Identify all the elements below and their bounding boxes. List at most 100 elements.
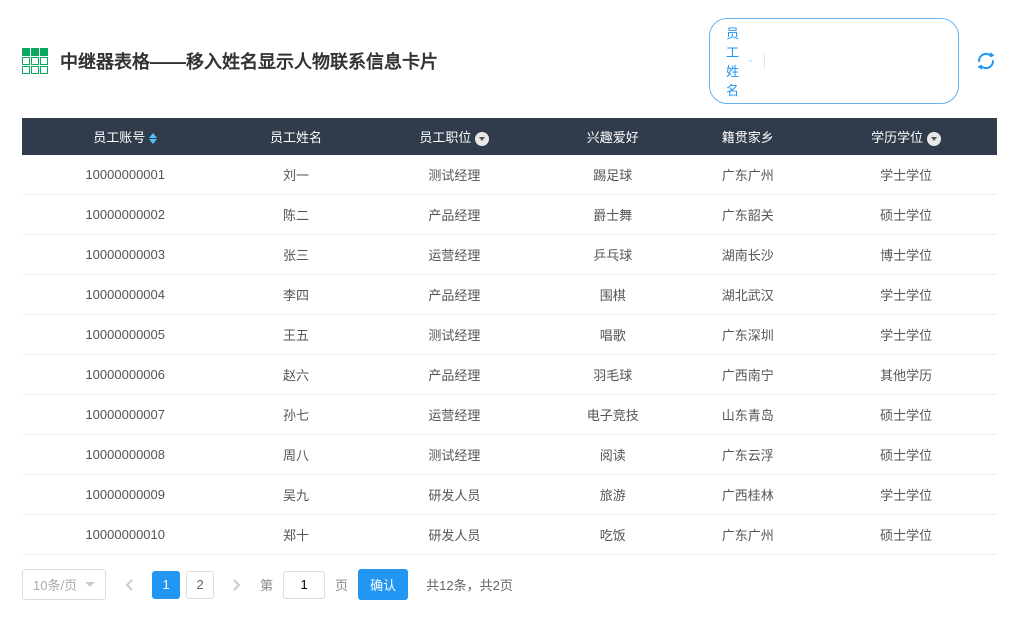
page-title: 中继器表格——移入姓名显示人物联系信息卡片 — [60, 48, 709, 74]
table-row[interactable]: 10000000008周八测试经理阅读广东云浮硕士学位 — [22, 435, 997, 475]
table-row[interactable]: 10000000001刘一测试经理踢足球广东广州学士学位 — [22, 155, 997, 195]
search-input[interactable] — [770, 54, 946, 69]
cell-hobby: 爵士舞 — [545, 195, 680, 235]
confirm-button[interactable]: 确认 — [358, 569, 408, 600]
cell-home: 广东韶关 — [680, 195, 815, 235]
cell-id: 10000000007 — [22, 395, 228, 435]
cell-name: 陈二 — [228, 195, 363, 235]
cell-home: 湖北武汉 — [680, 275, 815, 315]
cell-home: 广东广州 — [680, 155, 815, 195]
cell-id: 10000000009 — [22, 475, 228, 515]
cell-edu: 硕士学位 — [815, 515, 997, 555]
column-header[interactable]: 籍贯家乡 — [680, 118, 815, 155]
cell-hobby: 乒乓球 — [545, 235, 680, 275]
grid-icon — [22, 48, 48, 74]
prev-page-button[interactable] — [116, 571, 142, 599]
cell-edu: 其他学历 — [815, 355, 997, 395]
cell-pos: 研发人员 — [363, 515, 545, 555]
column-header[interactable]: 员工账号 — [22, 118, 228, 155]
table-row[interactable]: 10000000006赵六产品经理羽毛球广西南宁其他学历 — [22, 355, 997, 395]
search-box: 员工姓名 — [709, 18, 959, 104]
cell-id: 10000000002 — [22, 195, 228, 235]
refresh-icon[interactable] — [975, 50, 997, 72]
cell-name: 张三 — [228, 235, 363, 275]
cell-hobby: 旅游 — [545, 475, 680, 515]
cell-name: 王五 — [228, 315, 363, 355]
cell-edu: 学士学位 — [815, 315, 997, 355]
dropdown-icon[interactable] — [475, 132, 489, 146]
cell-name: 郑十 — [228, 515, 363, 555]
cell-edu: 学士学位 — [815, 275, 997, 315]
cell-id: 10000000006 — [22, 355, 228, 395]
cell-name: 孙七 — [228, 395, 363, 435]
search-select-label: 员工姓名 — [726, 23, 745, 99]
cell-hobby: 唱歌 — [545, 315, 680, 355]
search-icon[interactable] — [946, 53, 948, 69]
cell-home: 广东广州 — [680, 515, 815, 555]
per-page-select[interactable]: 10条/页 — [22, 569, 106, 600]
page-button-1[interactable]: 1 — [152, 571, 180, 599]
page-prefix: 第 — [260, 575, 273, 594]
cell-edu: 硕士学位 — [815, 435, 997, 475]
table-row[interactable]: 10000000002陈二产品经理爵士舞广东韶关硕士学位 — [22, 195, 997, 235]
cell-id: 10000000004 — [22, 275, 228, 315]
cell-home: 山东青岛 — [680, 395, 815, 435]
cell-home: 广东云浮 — [680, 435, 815, 475]
cell-id: 10000000001 — [22, 155, 228, 195]
column-header[interactable]: 学历学位 — [815, 118, 997, 155]
per-page-label: 10条/页 — [33, 575, 77, 594]
cell-name: 吴九 — [228, 475, 363, 515]
cell-hobby: 电子竞技 — [545, 395, 680, 435]
cell-edu: 硕士学位 — [815, 195, 997, 235]
cell-name: 周八 — [228, 435, 363, 475]
page-suffix: 页 — [335, 575, 348, 594]
table-row[interactable]: 10000000010郑十研发人员吃饭广东广州硕士学位 — [22, 515, 997, 555]
table-row[interactable]: 10000000003张三运营经理乒乓球湖南长沙博士学位 — [22, 235, 997, 275]
page-input[interactable] — [283, 571, 325, 599]
table-row[interactable]: 10000000007孙七运营经理电子竞技山东青岛硕士学位 — [22, 395, 997, 435]
cell-pos: 测试经理 — [363, 435, 545, 475]
column-header[interactable]: 员工职位 — [363, 118, 545, 155]
cell-hobby: 围棋 — [545, 275, 680, 315]
chevron-down-icon — [749, 58, 752, 64]
cell-hobby: 阅读 — [545, 435, 680, 475]
chevron-left-icon — [125, 579, 133, 591]
search-field-select[interactable]: 员工姓名 — [720, 23, 758, 99]
cell-pos: 运营经理 — [363, 235, 545, 275]
cell-home: 广东深圳 — [680, 315, 815, 355]
table-row[interactable]: 10000000009吴九研发人员旅游广西桂林学士学位 — [22, 475, 997, 515]
cell-edu: 博士学位 — [815, 235, 997, 275]
cell-pos: 测试经理 — [363, 155, 545, 195]
cell-id: 10000000005 — [22, 315, 228, 355]
dropdown-icon[interactable] — [927, 132, 941, 146]
cell-pos: 运营经理 — [363, 395, 545, 435]
page-button-2[interactable]: 2 — [186, 571, 214, 599]
cell-id: 10000000003 — [22, 235, 228, 275]
cell-hobby: 吃饭 — [545, 515, 680, 555]
cell-hobby: 羽毛球 — [545, 355, 680, 395]
next-page-button[interactable] — [224, 571, 250, 599]
table-row[interactable]: 10000000005王五测试经理唱歌广东深圳学士学位 — [22, 315, 997, 355]
chevron-right-icon — [233, 579, 241, 591]
cell-pos: 产品经理 — [363, 195, 545, 235]
cell-home: 广西桂林 — [680, 475, 815, 515]
cell-name: 李四 — [228, 275, 363, 315]
cell-hobby: 踢足球 — [545, 155, 680, 195]
cell-edu: 硕士学位 — [815, 395, 997, 435]
cell-id: 10000000010 — [22, 515, 228, 555]
column-header[interactable]: 员工姓名 — [228, 118, 363, 155]
employee-table: 员工账号员工姓名员工职位兴趣爱好籍贯家乡学历学位 10000000001刘一测试… — [22, 118, 997, 555]
pagination-info: 共12条，共2页 — [426, 575, 513, 594]
cell-home: 广西南宁 — [680, 355, 815, 395]
cell-pos: 研发人员 — [363, 475, 545, 515]
cell-pos: 测试经理 — [363, 315, 545, 355]
cell-pos: 产品经理 — [363, 355, 545, 395]
table-row[interactable]: 10000000004李四产品经理围棋湖北武汉学士学位 — [22, 275, 997, 315]
cell-name: 刘一 — [228, 155, 363, 195]
sort-icon[interactable] — [149, 133, 157, 144]
cell-edu: 学士学位 — [815, 475, 997, 515]
column-header[interactable]: 兴趣爱好 — [545, 118, 680, 155]
cell-id: 10000000008 — [22, 435, 228, 475]
chevron-down-icon — [85, 582, 95, 588]
cell-edu: 学士学位 — [815, 155, 997, 195]
